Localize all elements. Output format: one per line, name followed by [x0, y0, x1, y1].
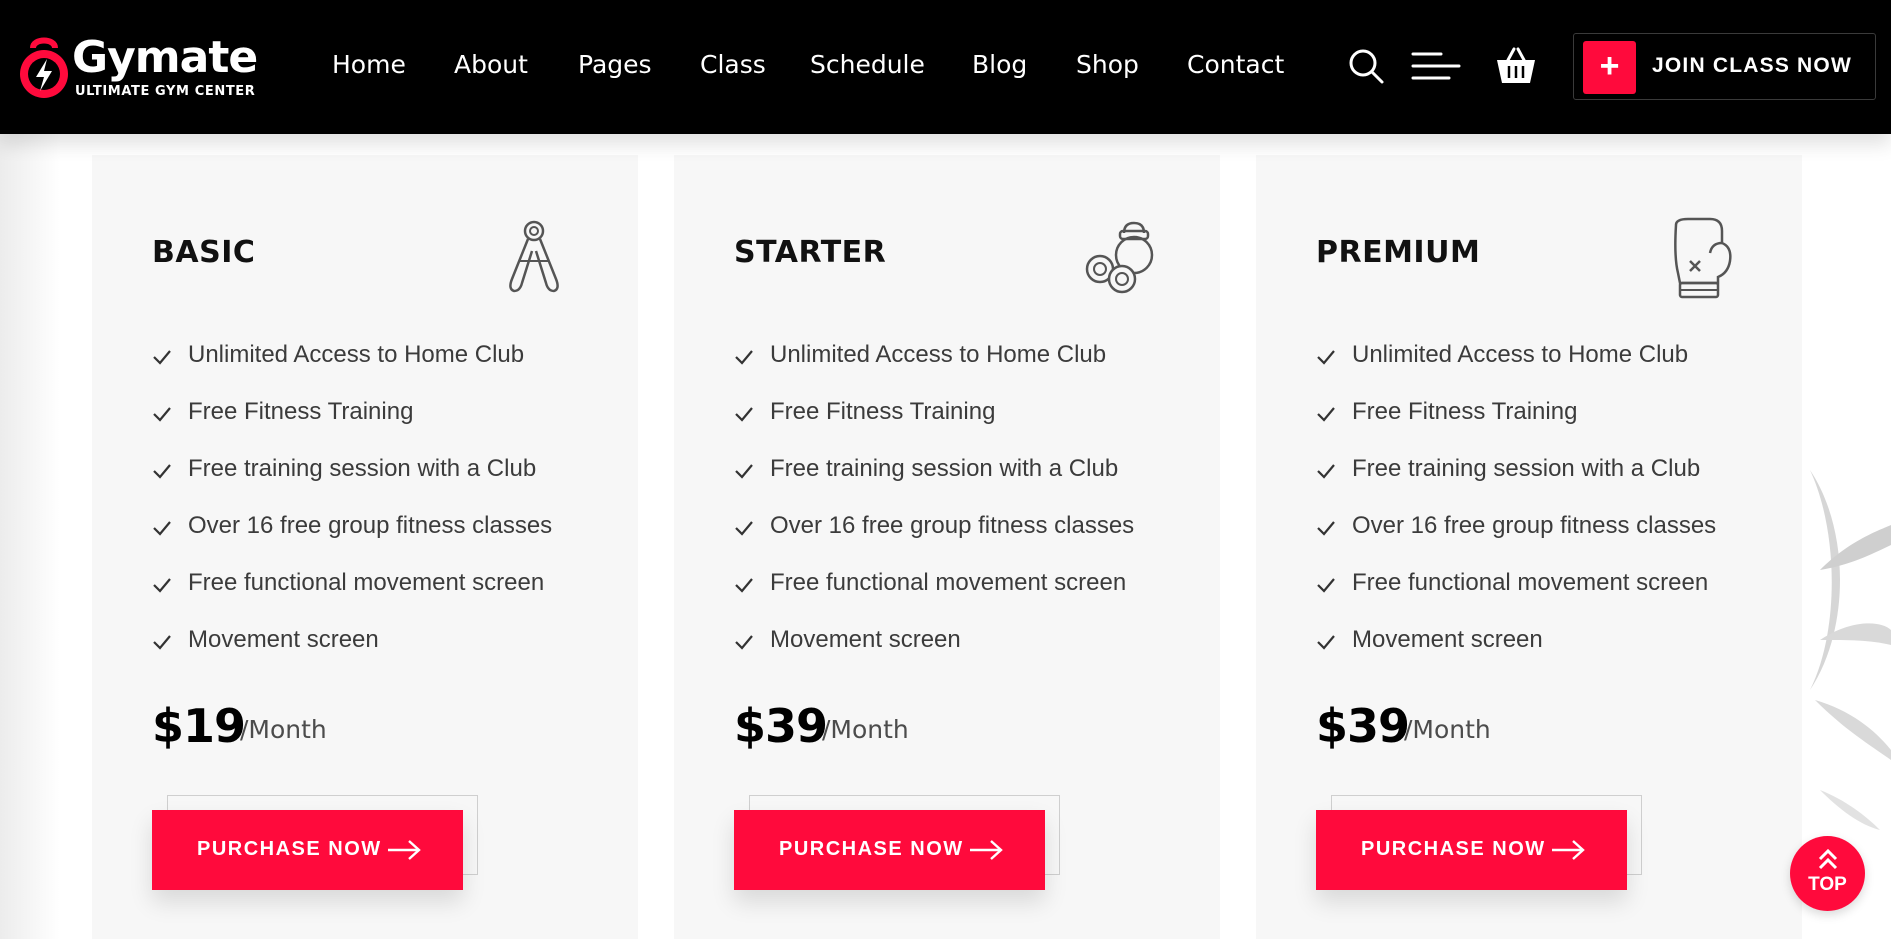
plus-icon: +: [1583, 41, 1636, 94]
purchase-now-button[interactable]: PURCHASE NOW: [152, 810, 463, 890]
feature-text: Free Fitness Training: [1352, 398, 1578, 425]
arrow-right-icon: [970, 840, 1003, 860]
check-icon: [735, 407, 753, 422]
check-icon: [1317, 464, 1335, 479]
check-icon: [1317, 350, 1335, 365]
feature-text: Free functional movement screen: [1352, 569, 1709, 596]
check-icon: [1317, 407, 1335, 422]
check-icon: [735, 578, 753, 593]
feature-text: Free training session with a Club: [770, 455, 1119, 482]
nav-shop[interactable]: Shop: [1076, 50, 1139, 79]
plan-period: /Month: [1404, 715, 1491, 744]
plan-title: BASIC: [152, 235, 256, 270]
menu-icon[interactable]: [1411, 50, 1461, 82]
feature-text: Movement screen: [1352, 626, 1543, 653]
arrow-right-icon: [1552, 840, 1585, 860]
feature-text: Free training session with a Club: [188, 455, 537, 482]
join-class-button[interactable]: + JOIN CLASS NOW: [1573, 33, 1876, 100]
plan-title: PREMIUM: [1316, 235, 1481, 270]
feature-text: Free Fitness Training: [770, 398, 996, 425]
check-icon: [153, 350, 171, 365]
nav-class[interactable]: Class: [700, 50, 766, 79]
nav-home[interactable]: Home: [332, 50, 406, 79]
feature-text: Free functional movement screen: [188, 569, 545, 596]
check-icon: [1317, 578, 1335, 593]
nav-contact[interactable]: Contact: [1187, 50, 1284, 79]
plan-period: /Month: [240, 715, 327, 744]
decorative-leaves-image: [1810, 470, 1891, 830]
purchase-label: PURCHASE NOW: [197, 838, 382, 860]
plan-card-basic: BASIC Unlimited Access to Home Club Free…: [92, 155, 638, 939]
feature-text: Unlimited Access to Home Club: [188, 341, 525, 368]
logo-tagline: ULTIMATE GYM CENTER: [75, 84, 256, 99]
check-icon: [153, 635, 171, 650]
double-chevron-up-icon: [1818, 848, 1838, 870]
plan-card-starter: STARTER Unlimited Access to Home Club Fr…: [674, 155, 1220, 939]
nav-blog[interactable]: Blog: [972, 50, 1027, 79]
nav-schedule[interactable]: Schedule: [810, 50, 925, 79]
check-icon: [735, 635, 753, 650]
check-icon: [153, 464, 171, 479]
plan-price: $39: [734, 699, 828, 753]
boxing-glove-icon: [1674, 217, 1732, 299]
check-icon: [153, 578, 171, 593]
kettlebell-bolt-icon: [20, 37, 68, 98]
hand-gripper-icon: [509, 220, 559, 293]
feature-text: Movement screen: [770, 626, 961, 653]
join-class-label: JOIN CLASS NOW: [1652, 54, 1852, 77]
feature-text: Over 16 free group fitness classes: [188, 512, 553, 539]
feature-text: Unlimited Access to Home Club: [1352, 341, 1689, 368]
feature-text: Free Fitness Training: [188, 398, 414, 425]
feature-text: Over 16 free group fitness classes: [770, 512, 1135, 539]
check-icon: [153, 521, 171, 536]
purchase-now-button[interactable]: PURCHASE NOW: [734, 810, 1045, 890]
check-icon: [1317, 635, 1335, 650]
plan-price: $39: [1316, 699, 1410, 753]
logo-name: Gymate: [72, 32, 258, 83]
logo[interactable]: Gymate ULTIMATE GYM CENTER: [16, 32, 276, 104]
plan-period: /Month: [822, 715, 909, 744]
kettlebell-dumbbell-icon: [1085, 221, 1154, 294]
site-header: Gymate ULTIMATE GYM CENTER Home About Pa…: [0, 0, 1891, 134]
feature-text: Over 16 free group fitness classes: [1352, 512, 1717, 539]
feature-text: Movement screen: [188, 626, 379, 653]
background-fade: [0, 134, 60, 939]
arrow-right-icon: [388, 840, 421, 860]
feature-text: Unlimited Access to Home Club: [770, 341, 1107, 368]
check-icon: [153, 407, 171, 422]
purchase-now-button[interactable]: PURCHASE NOW: [1316, 810, 1627, 890]
plan-price: $19: [152, 699, 246, 753]
check-icon: [735, 521, 753, 536]
plan-title: STARTER: [734, 235, 887, 270]
search-icon[interactable]: [1347, 47, 1385, 85]
purchase-label: PURCHASE NOW: [1361, 838, 1546, 860]
basket-icon[interactable]: [1495, 46, 1537, 86]
check-icon: [735, 464, 753, 479]
check-icon: [1317, 521, 1335, 536]
plan-card-premium: PREMIUM Unlimited Access to Home Club Fr…: [1256, 155, 1802, 939]
back-to-top-button[interactable]: TOP: [1790, 836, 1865, 911]
purchase-label: PURCHASE NOW: [779, 838, 964, 860]
feature-text: Free functional movement screen: [770, 569, 1127, 596]
nav-pages[interactable]: Pages: [578, 50, 652, 79]
feature-text: Free training session with a Club: [1352, 455, 1701, 482]
back-to-top-label: TOP: [1808, 874, 1847, 895]
check-icon: [735, 350, 753, 365]
nav-about[interactable]: About: [454, 50, 528, 79]
